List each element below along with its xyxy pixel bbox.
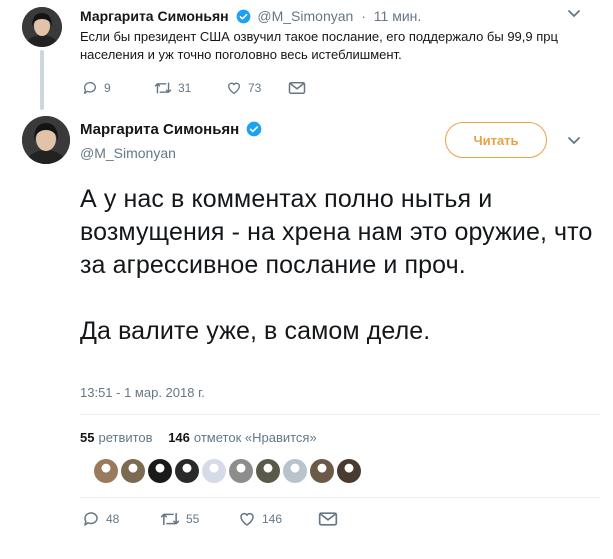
avatar-5[interactable] <box>202 459 226 483</box>
avatar-2[interactable] <box>121 459 145 483</box>
reply-icon <box>84 512 98 526</box>
heart-icon <box>228 82 240 94</box>
avatar-8[interactable] <box>283 459 307 483</box>
avatar-4[interactable] <box>175 459 199 483</box>
parent-author-avatar[interactable] <box>22 7 62 47</box>
header-separator: · <box>361 8 366 24</box>
parent-tweet-time[interactable]: 11 мин. <box>374 8 422 24</box>
verified-badge-icon <box>246 121 262 142</box>
chevron-down-icon[interactable] <box>566 135 582 147</box>
author-name[interactable]: Маргарита Симоньян <box>80 121 265 142</box>
avatar-9[interactable] <box>310 459 334 483</box>
retweets-stat-label: ретвитов <box>98 430 153 445</box>
retweets-stat-count: 55 <box>80 430 95 445</box>
tweet-paragraph-1: А у нас в комментах полно нытья и возмущ… <box>80 185 593 279</box>
envelope-icon <box>318 512 338 526</box>
tweet-text: А у нас в комментах полно нытья и возмущ… <box>80 183 600 348</box>
envelope-icon <box>288 82 306 94</box>
avatar-7[interactable] <box>256 459 280 483</box>
verified-badge-icon <box>236 9 251 28</box>
parent-tweet-actions: 9 31 73 <box>82 80 306 96</box>
retweets-stat[interactable]: 55 ретвитов <box>80 430 153 445</box>
follow-button[interactable]: Читать <box>445 122 547 158</box>
tweet-stats: 55 ретвитов 146 отметок «Нравится» <box>80 430 317 445</box>
avatar-6[interactable] <box>229 459 253 483</box>
retweet-count: 31 <box>178 81 192 95</box>
author-handle[interactable]: @M_Simonyan <box>80 144 176 162</box>
divider <box>80 497 600 498</box>
avatar-1[interactable] <box>94 459 118 483</box>
like-count: 146 <box>262 512 283 526</box>
parent-tweet-header: Маргарита Симоньян @M_Simonyan · 11 мин. <box>80 7 421 28</box>
reply-icon <box>83 82 96 94</box>
avatar-image <box>22 7 62 47</box>
retweet-button[interactable]: 55 <box>160 510 238 528</box>
parent-author-handle[interactable]: @M_Simonyan <box>257 8 353 24</box>
retweet-count: 55 <box>186 512 200 526</box>
like-button[interactable]: 73 <box>226 80 288 96</box>
parent-tweet-text: Если бы президент США озвучил такое посл… <box>80 29 558 62</box>
avatar-3[interactable] <box>148 459 172 483</box>
like-button[interactable]: 146 <box>238 510 318 528</box>
reply-button[interactable]: 9 <box>82 80 154 96</box>
direct-message-button[interactable] <box>288 81 306 95</box>
retweet-icon <box>154 82 172 94</box>
likes-stat[interactable]: 146 отметок «Нравится» <box>168 430 317 445</box>
likes-stat-count: 146 <box>168 430 190 445</box>
likes-stat-label: отметок «Нравится» <box>193 430 317 445</box>
liker-avatars <box>94 459 364 483</box>
reply-count: 9 <box>104 81 111 95</box>
retweet-icon <box>160 512 180 526</box>
thread-connector <box>40 50 44 110</box>
avatar-10[interactable] <box>337 459 361 483</box>
direct-message-button[interactable] <box>318 511 338 527</box>
tweet-timestamp[interactable]: 13:51 - 1 мар. 2018 г. <box>80 385 205 400</box>
tweet-actions: 48 55 146 <box>82 510 338 528</box>
author-name-text: Маргарита Симоньян <box>80 121 240 138</box>
avatar-image <box>22 116 70 164</box>
chevron-down-icon[interactable] <box>566 8 582 20</box>
tweet-paragraph-2: Да валите уже, в самом деле. <box>80 317 431 345</box>
divider <box>80 414 600 415</box>
author-avatar[interactable] <box>22 116 70 164</box>
reply-button[interactable]: 48 <box>82 510 160 528</box>
heart-icon <box>240 512 254 526</box>
parent-author-name[interactable]: Маргарита Симоньян <box>80 8 229 24</box>
retweet-button[interactable]: 31 <box>154 80 226 96</box>
reply-count: 48 <box>106 512 120 526</box>
like-count: 73 <box>248 81 262 95</box>
